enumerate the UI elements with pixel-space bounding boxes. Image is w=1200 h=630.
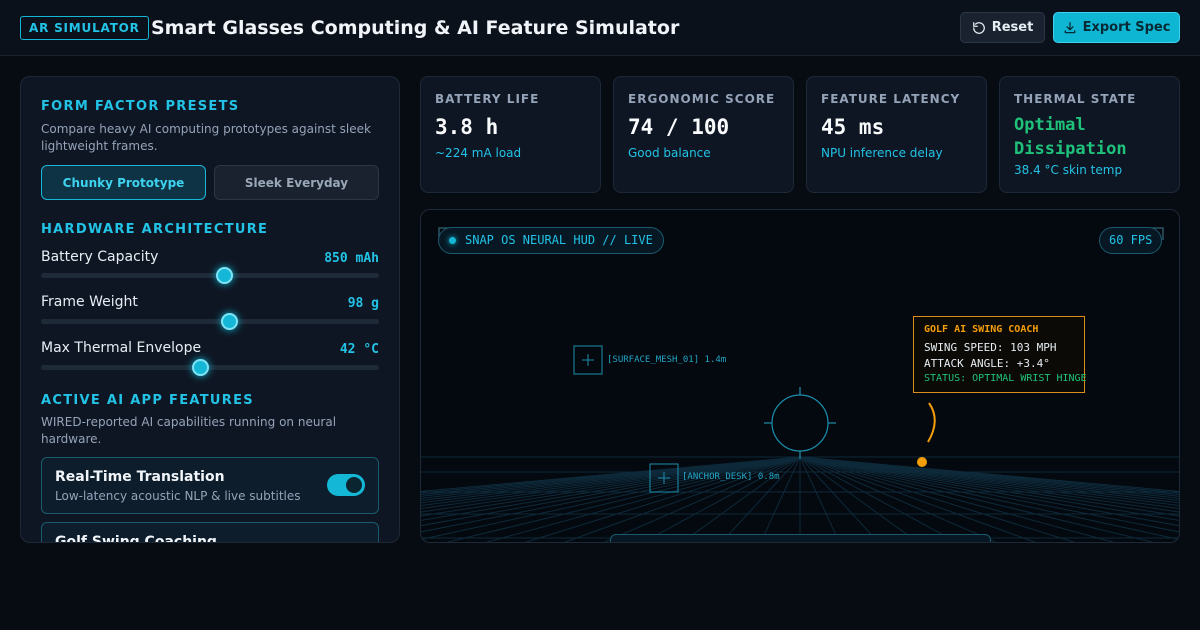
metric-sub: NPU inference delay [821, 146, 943, 160]
hud-status-pill: SNAP OS NEURAL HUD // LIVE [438, 227, 664, 254]
metric-value: Optimal Dissipation [1014, 115, 1127, 159]
hud-status: SNAP OS NEURAL HUD // LIVE [465, 233, 653, 247]
thermal-slider[interactable] [41, 359, 379, 376]
top-bar: AR SIMULATOR Smart Glasses Computing & A… [0, 0, 1200, 56]
feature-name: Golf Swing Coaching [55, 534, 217, 543]
hud-bottom-panel [610, 534, 991, 542]
feature-card-golf[interactable]: Golf Swing Coaching [41, 522, 379, 543]
metric-value: 74 / 100 [628, 115, 730, 139]
coach-status: STATUS: OPTIMAL WRIST HINGE [924, 373, 1087, 384]
metric-card-battery: BATTERY LIFE 3.8 h ~224 mA load [420, 76, 601, 193]
preset-chunky-prototype[interactable]: Chunky Prototype [41, 165, 206, 200]
ball-marker [917, 457, 927, 467]
page-title: Smart Glasses Computing & AI Feature Sim… [151, 17, 680, 39]
weight-slider-thumb[interactable] [220, 313, 238, 330]
surface-mesh-label: [SURFACE_MESH_01] 1.4m [607, 355, 727, 365]
ai-features-title: ACTIVE AI APP FEATURES [41, 393, 254, 408]
metric-sub: Good balance [628, 146, 711, 160]
metric-label: FEATURE LATENCY [821, 92, 961, 106]
feature-name: Real-Time Translation [55, 469, 225, 485]
perspective-grid [421, 456, 1179, 542]
reset-icon [972, 21, 985, 34]
slider-label-battery: Battery Capacity [41, 249, 159, 265]
presets-title: FORM FACTOR PRESETS [41, 99, 240, 114]
export-spec-button[interactable]: Export Spec [1053, 12, 1180, 43]
metric-label: THERMAL STATE [1014, 92, 1137, 106]
reset-button[interactable]: Reset [960, 12, 1045, 43]
presets-description: Compare heavy AI computing prototypes ag… [41, 122, 371, 153]
feature-desc: Low-latency acoustic NLP & live subtitle… [55, 489, 301, 503]
coach-attack-angle: ATTACK ANGLE: +3.4° [924, 357, 1050, 370]
toggle-knob [346, 477, 362, 493]
thermal-slider-thumb[interactable] [191, 359, 209, 376]
reset-label: Reset [991, 20, 1034, 35]
slider-value-thermal: 42 °C [339, 342, 379, 357]
coach-swing-speed: SWING SPEED: 103 MPH [924, 341, 1057, 354]
reticle-icon [764, 387, 836, 459]
weight-slider[interactable] [41, 313, 379, 330]
control-panel: FORM FACTOR PRESETS Compare heavy AI com… [20, 76, 400, 543]
feature-card-translation[interactable]: Real-Time Translation Low-latency acoust… [41, 457, 379, 514]
fps-counter: 60 FPS [1099, 227, 1163, 254]
metric-label: ERGONOMIC SCORE [628, 92, 776, 106]
app-badge: AR SIMULATOR [20, 16, 149, 40]
battery-slider[interactable] [41, 267, 379, 284]
ai-features-description: WIRED-reported AI capabilities running o… [41, 415, 337, 446]
metric-card-ergonomic: ERGONOMIC SCORE 74 / 100 Good balance [613, 76, 794, 193]
slider-label-thermal: Max Thermal Envelope [41, 340, 202, 356]
metric-sub: ~224 mA load [435, 146, 522, 160]
metric-value: 45 ms [821, 115, 885, 139]
slider-value-battery: 850 mAh [324, 251, 379, 266]
swing-arc [927, 402, 936, 443]
metric-sub: 38.4 °C skin temp [1014, 163, 1123, 177]
live-dot-icon [449, 237, 456, 244]
coach-title: GOLF AI SWING COACH [924, 324, 1039, 335]
export-label: Export Spec [1082, 20, 1171, 35]
metric-card-thermal: THERMAL STATE Optimal Dissipation 38.4 °… [999, 76, 1180, 193]
slider-label-weight: Frame Weight [41, 294, 138, 310]
battery-slider-thumb[interactable] [215, 267, 233, 284]
translation-toggle[interactable] [327, 474, 365, 496]
download-icon [1064, 21, 1075, 33]
metric-card-latency: FEATURE LATENCY 45 ms NPU inference dela… [806, 76, 987, 193]
metric-label: BATTERY LIFE [435, 92, 540, 106]
slider-value-weight: 98 g [347, 296, 379, 311]
hardware-title: HARDWARE ARCHITECTURE [41, 222, 269, 237]
preset-sleek-everyday[interactable]: Sleek Everyday [214, 165, 379, 200]
metric-value: 3.8 h [435, 115, 499, 139]
anchor-desk-label: [ANCHOR_DESK] 0.8m [682, 472, 780, 482]
golf-coach-overlay: GOLF AI SWING COACH SWING SPEED: 103 MPH… [913, 316, 1087, 393]
hud-viewport: SNAP OS NEURAL HUD // LIVE 60 FPS [SURFA… [420, 209, 1180, 543]
surface-mesh-marker [573, 345, 603, 375]
